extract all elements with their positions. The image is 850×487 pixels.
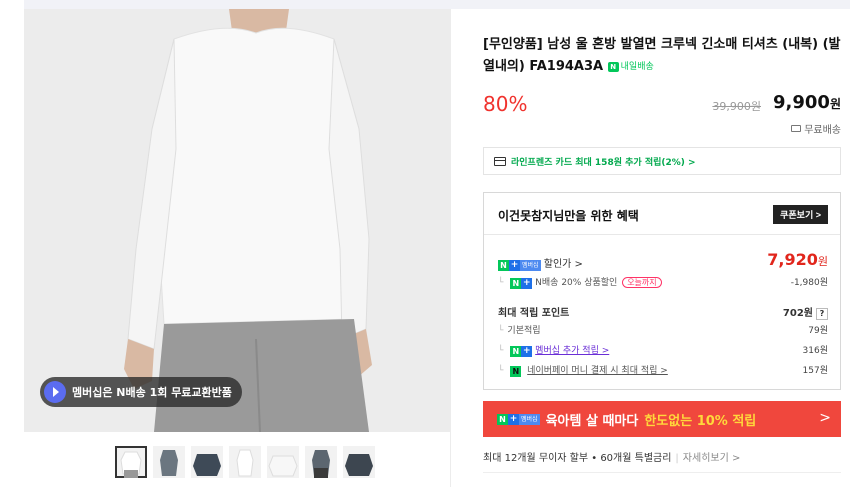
sale-price-unit: 원: [829, 97, 841, 111]
nship-value: -1,980원: [790, 278, 828, 288]
shipping-label: 무료배송: [804, 125, 841, 136]
installment-text: 최대 12개월 무이자 할부 • 60개월 특별금리: [483, 453, 672, 464]
installment-info: 최대 12개월 무이자 할부 • 60개월 특별금리 | 자세히보기 >: [483, 449, 740, 464]
product-title: [무인양품] 남성 울 혼방 발열면 크루넥 긴소매 티셔츠 (내복) (발열내…: [483, 34, 841, 78]
nplus-icon: N +: [510, 278, 533, 289]
max-points-value-wrap: 702원?: [783, 304, 828, 320]
max-points-row: 최대 적립 포인트 702원?: [498, 304, 828, 320]
chevron-right-icon: >: [819, 410, 831, 426]
membership-points-link[interactable]: 멤버십 추가 적립 >: [535, 346, 609, 356]
base-points-value: 79원: [808, 326, 828, 336]
membership-points-row[interactable]: └ N + 멤버십 추가 적립 > 316원: [498, 343, 828, 357]
product-title-text: [무인양품] 남성 울 혼방 발열면 크루넥 긴소매 티셔츠 (내복) (발열내…: [483, 37, 841, 74]
play-icon: [44, 381, 66, 403]
discount-rate: 80%: [483, 92, 528, 116]
thumbnail-4[interactable]: [229, 446, 261, 478]
delivery-badge-label: 내일배송: [620, 62, 654, 72]
shipping-info: 무료배송: [791, 121, 841, 136]
thumbnail-3[interactable]: [191, 446, 223, 478]
tomorrow-delivery-icon: N: [607, 62, 619, 72]
truck-icon: [791, 125, 802, 132]
naver-pay-icon: N: [510, 366, 522, 377]
benefit-title: 이건못참지님만을 위한 혜택: [498, 209, 639, 223]
max-points-label: 최대 적립 포인트: [498, 308, 570, 319]
npay-points-row[interactable]: └ N 네이버페이 머니 결제 시 최대 적립 > 157원: [498, 363, 828, 377]
nplus-banner-icon: N + 멤버십: [497, 413, 540, 425]
base-points-label: 기본적립: [507, 326, 541, 336]
npay-points-value: 157원: [802, 366, 828, 376]
thumbnail-7[interactable]: [343, 446, 375, 478]
top-strip: [24, 0, 850, 9]
product-main-image[interactable]: 멤버십은 N배송 1회 무료교환반품: [24, 9, 450, 432]
discount-price-value: 7,920: [767, 250, 818, 269]
base-points-row: └ 기본적립 79원: [498, 323, 828, 336]
nship-label: N배송 20% 상품할인: [535, 278, 618, 288]
nplus-membership-icon: N + 멤버십: [498, 260, 541, 271]
membership-discount-row[interactable]: N + 멤버십 할인가 > 7,920원: [498, 250, 828, 271]
sale-price-value: 9,900: [773, 92, 830, 113]
benefit-box: 이건못참지님만을 위한 혜택 쿠폰보기 > N + 멤버십 할인가 > 7,920원…: [483, 192, 841, 390]
thumbnail-2[interactable]: [153, 446, 185, 478]
today-only-badge: 오늘까지: [622, 277, 662, 288]
delivery-badge: N 내일배송: [607, 56, 654, 78]
model-illustration: [24, 9, 450, 432]
discount-price: 7,920원: [767, 250, 828, 269]
nplus-icon-2: N +: [510, 346, 533, 357]
discount-price-unit: 원: [817, 255, 828, 268]
discount-price-label: 할인가 >: [543, 259, 583, 270]
installment-more-link[interactable]: 자세히보기 >: [683, 453, 741, 464]
membership-banner[interactable]: N + 멤버십 육아템 살 때마다 한도없는 10% 적립 >: [483, 401, 841, 437]
membership-points-value: 316원: [802, 346, 828, 356]
credit-card-icon: [494, 156, 506, 166]
benefit-header: 이건못참지님만을 위한 혜택 쿠폰보기 >: [484, 193, 840, 235]
max-points-value: 702원: [782, 308, 813, 319]
divider: [483, 472, 841, 473]
banner-text: 육아템 살 때마다: [545, 413, 639, 429]
coupon-button[interactable]: 쿠폰보기 >: [773, 205, 828, 224]
card-offer-label: 라인프렌즈 카드 최대 158원 추가 적립(2%) >: [511, 157, 696, 168]
thumbnail-strip: [115, 446, 375, 478]
thumbnail-6[interactable]: [305, 446, 337, 478]
sale-price: 9,900원: [773, 92, 841, 113]
points-help-icon[interactable]: ?: [816, 308, 828, 320]
thumbnail-5[interactable]: [267, 446, 299, 478]
membership-promo-pill[interactable]: 멤버십은 N배송 1회 무료교환반품: [40, 377, 242, 407]
promo-pill-label: 멤버십은 N배송 1회 무료교환반품: [72, 386, 232, 399]
banner-badge-label: 멤버십: [519, 413, 540, 425]
npay-points-link[interactable]: 네이버페이 머니 결제 시 최대 적립 >: [527, 366, 668, 376]
nship-discount-row: └ N + N배송 20% 상품할인 오늘까지 -1,980원: [498, 275, 828, 289]
banner-highlight: 한도없는 10% 적립: [644, 413, 757, 429]
original-price: 39,900원: [712, 100, 761, 113]
membership-badge-label: 멤버십: [520, 260, 541, 271]
thumbnail-1[interactable]: [115, 446, 147, 478]
column-divider: [450, 9, 451, 487]
installment-separator: |: [675, 453, 679, 464]
card-offer-box[interactable]: 라인프렌즈 카드 최대 158원 추가 적립(2%) >: [483, 147, 841, 175]
